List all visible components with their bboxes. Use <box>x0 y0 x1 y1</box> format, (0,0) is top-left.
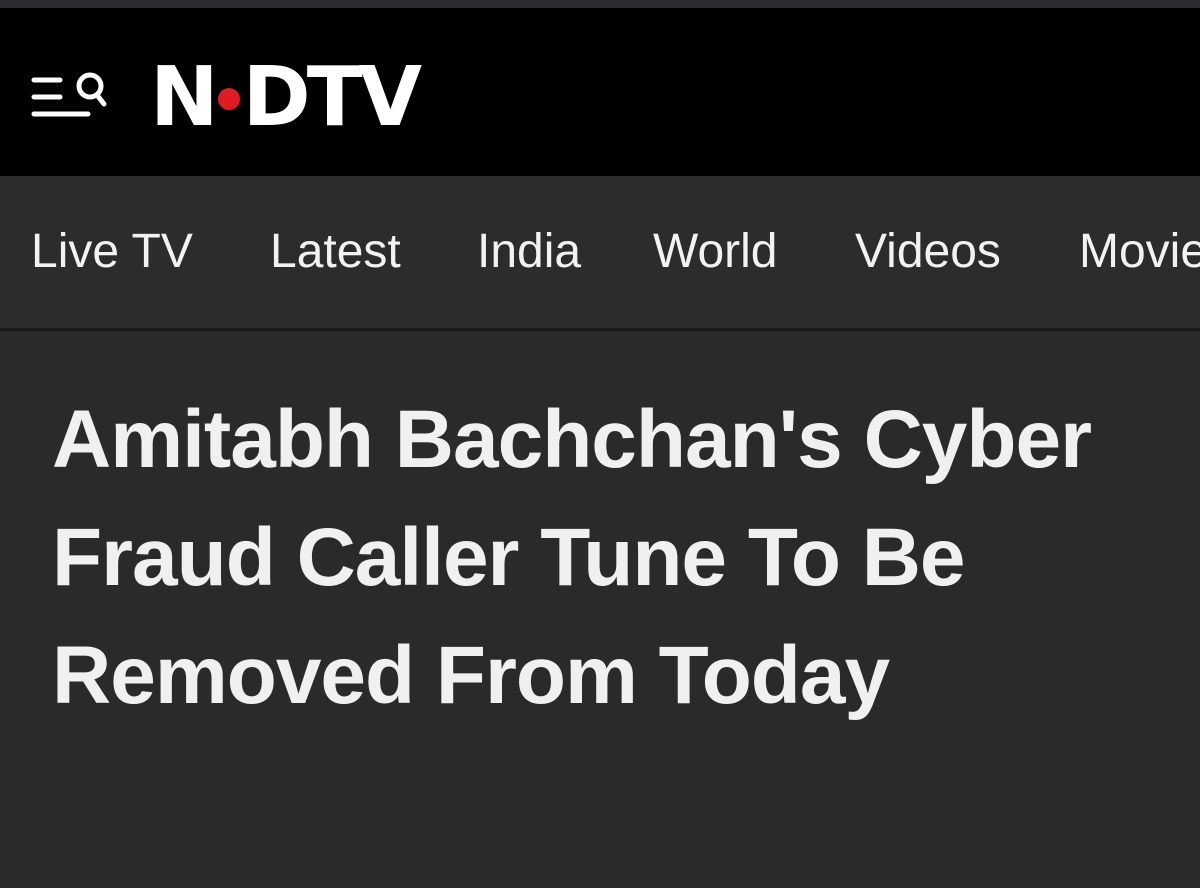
nav-item-live-tv[interactable]: Live TV <box>31 224 193 280</box>
logo-letters-dtv: DTV <box>242 50 422 145</box>
ndtv-logo[interactable]: N DTV <box>150 50 422 145</box>
article-headline[interactable]: Amitabh Bachchan's Cyber Fraud Caller Tu… <box>52 381 1152 735</box>
logo-letter-n: N <box>150 50 219 145</box>
site-header: N DTV <box>0 8 1200 176</box>
category-nav: Live TV Latest India World Videos Movie <box>0 176 1200 328</box>
article-area: Amitabh Bachchan's Cyber Fraud Caller Tu… <box>0 331 1200 888</box>
logo-dot <box>218 88 240 110</box>
nav-item-movies[interactable]: Movie <box>1079 224 1200 280</box>
nav-item-world[interactable]: World <box>653 224 777 280</box>
nav-item-india[interactable]: India <box>477 224 581 280</box>
menu-search-button[interactable] <box>30 66 112 128</box>
nav-item-videos[interactable]: Videos <box>855 224 1001 280</box>
nav-item-latest[interactable]: Latest <box>270 224 401 280</box>
hamburger-search-icon <box>31 72 107 117</box>
browser-top-strip <box>0 0 1200 8</box>
